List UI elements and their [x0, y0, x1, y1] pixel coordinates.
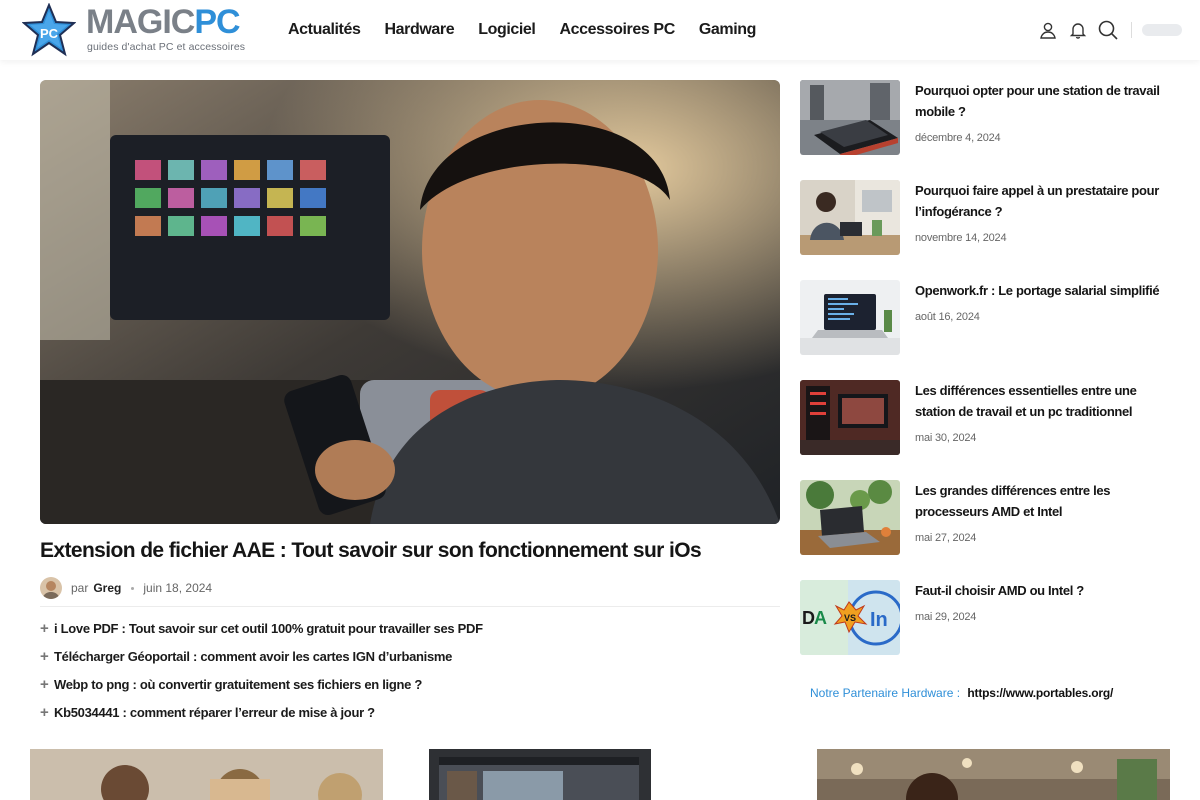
nav-item-gaming[interactable]: Gaming: [699, 21, 757, 39]
related-post-link[interactable]: + Kb5034441 : comment réparer l’erreur de…: [40, 698, 483, 726]
nav-item-accessoires-pc[interactable]: Accessoires PC: [559, 21, 675, 39]
header-divider: [1131, 22, 1132, 38]
star-logo-text: PC: [40, 26, 59, 41]
related-posts-list: + i Love PDF : Tout savoir sur cet outil …: [40, 614, 483, 726]
bell-icon[interactable]: [1067, 19, 1089, 41]
plus-icon: +: [40, 647, 49, 665]
author-avatar[interactable]: [40, 577, 62, 599]
meta-divider: [40, 606, 780, 607]
sidebar-post-title[interactable]: Openwork.fr : Le portage salarial simpli…: [915, 280, 1165, 301]
partner-notice: Notre Partenaire Hardware : https://www.…: [810, 686, 1113, 700]
post-thumbnail[interactable]: [800, 180, 900, 255]
post-date: juin 18, 2024: [143, 581, 213, 595]
featured-meta: par Greg juin 18, 2024: [40, 577, 212, 599]
sidebar-post: Pourquoi faire appel à un prestataire po…: [800, 180, 1170, 256]
sidebar-post: Pourquoi opter pour une station de trava…: [800, 80, 1170, 156]
plus-icon: +: [40, 619, 49, 637]
sidebar-post: D A In VS Faut-il choisir AMD ou Intel ? ma…: [800, 580, 1170, 656]
nav-item-logiciel[interactable]: Logiciel: [478, 21, 536, 39]
sidebar-post-date: mai 30, 2024: [915, 432, 977, 444]
sidebar-post-date: mai 29, 2024: [915, 611, 977, 623]
sidebar-post: Openwork.fr : Le portage salarial simpli…: [800, 280, 1170, 356]
post-thumbnail[interactable]: [800, 80, 900, 155]
site-header: PC MAGICPC guides d'achat PC et accessoi…: [0, 0, 1200, 60]
featured-photo-illustration: [40, 80, 780, 524]
svg-text:VS: VS: [844, 613, 856, 623]
site-logo[interactable]: PC MAGICPC guides d'achat PC et accessoi…: [22, 3, 252, 57]
dark-mode-toggle[interactable]: [1142, 24, 1182, 36]
search-icon[interactable]: [1097, 19, 1119, 41]
post-thumbnail[interactable]: [800, 280, 900, 355]
post-thumbnail[interactable]: D A In VS: [800, 580, 900, 655]
star-logo-icon: PC: [22, 3, 76, 57]
related-post-link[interactable]: + Webp to png : où convertir gratuitement…: [40, 670, 483, 698]
sidebar-post-title[interactable]: Pourquoi faire appel à un prestataire po…: [915, 180, 1165, 222]
sidebar-post-date: décembre 4, 2024: [915, 132, 1001, 144]
bottom-card-image[interactable]: [423, 749, 776, 800]
nav-item-hardware[interactable]: Hardware: [384, 21, 454, 39]
svg-text:A: A: [814, 608, 827, 628]
nav-item-actualites[interactable]: Actualités: [288, 21, 361, 39]
post-thumbnail[interactable]: [800, 380, 900, 455]
sidebar-post-date: novembre 14, 2024: [915, 232, 1007, 244]
featured-image[interactable]: [40, 80, 780, 524]
post-thumbnail[interactable]: [800, 480, 900, 555]
sidebar-post: Les différences essentielles entre une s…: [800, 380, 1170, 456]
user-icon[interactable]: [1037, 19, 1059, 41]
partner-label: Notre Partenaire Hardware :: [810, 686, 961, 700]
logo-wordmark: MAGICPC: [86, 3, 241, 41]
main-nav: Actualités Hardware Logiciel Accessoires…: [276, 0, 768, 60]
header-actions: [1029, 0, 1182, 60]
bottom-card-image[interactable]: [30, 749, 383, 800]
svg-text:In: In: [870, 609, 888, 631]
sidebar-post: Les grandes différences entre les proces…: [800, 480, 1170, 556]
sidebar-post-date: mai 27, 2024: [915, 532, 977, 544]
sidebar-post-date: août 16, 2024: [915, 311, 980, 323]
site-tagline: guides d'achat PC et accessoires: [87, 41, 246, 53]
meta-dot: [131, 586, 135, 590]
related-post-link[interactable]: + Télécharger Géoportail : comment avoir …: [40, 642, 483, 670]
bottom-card-image[interactable]: [817, 749, 1170, 800]
plus-icon: +: [40, 703, 49, 721]
partner-link[interactable]: https://www.portables.org/: [967, 686, 1113, 700]
plus-icon: +: [40, 675, 49, 693]
sidebar-post-title[interactable]: Faut-il choisir AMD ou Intel ?: [915, 580, 1165, 601]
sidebar-post-title[interactable]: Les grandes différences entre les proces…: [915, 480, 1165, 522]
author-link[interactable]: Greg: [93, 581, 121, 595]
by-label: par: [71, 581, 89, 595]
sidebar-post-title[interactable]: Pourquoi opter pour une station de trava…: [915, 80, 1165, 122]
sidebar-post-title[interactable]: Les différences essentielles entre une s…: [915, 380, 1165, 422]
related-post-link[interactable]: + i Love PDF : Tout savoir sur cet outil …: [40, 614, 483, 642]
featured-title[interactable]: Extension de fichier AAE : Tout savoir s…: [40, 536, 780, 566]
